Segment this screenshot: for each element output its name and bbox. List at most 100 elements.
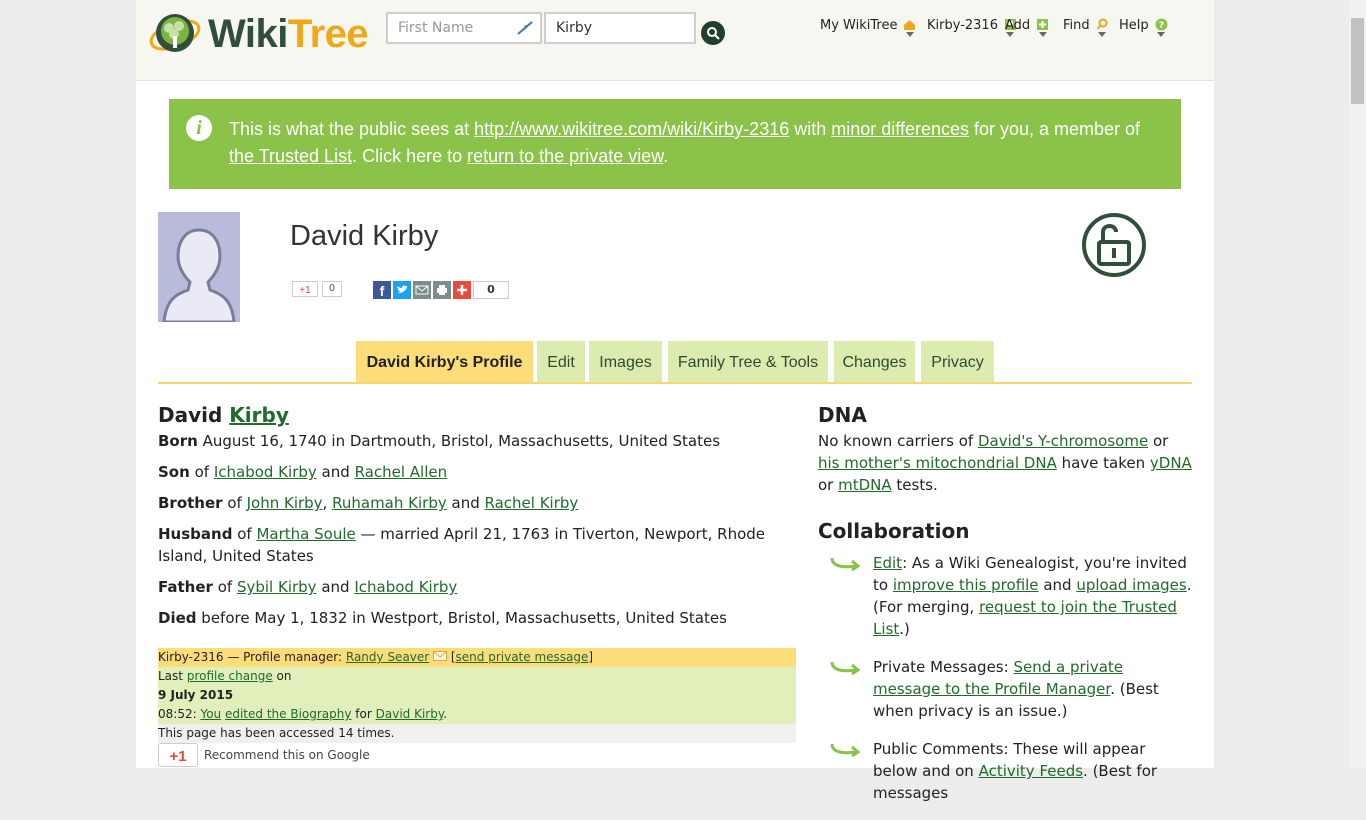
- died-line: Died before May 1, 1832 in Westport, Bri…: [158, 607, 798, 629]
- upload-images-link[interactable]: upload images: [1076, 576, 1186, 594]
- last-change-box: Last profile change on 9 July 2015 08:52…: [158, 667, 796, 724]
- brother-line: Brother of John Kirby, Ruhamah Kirby and…: [158, 492, 798, 514]
- collab-edit-text-2: and: [1038, 576, 1077, 594]
- search-button[interactable]: [701, 21, 725, 45]
- dna-text: No known carriers of David's Y-chromosom…: [818, 430, 1194, 496]
- spouse-link[interactable]: Martha Soule: [256, 525, 355, 543]
- brother-label: Brother: [158, 494, 223, 512]
- surname-link[interactable]: Kirby: [229, 403, 289, 427]
- comma-text: ,: [322, 494, 328, 512]
- dna-text-1: No known carriers of: [818, 432, 978, 450]
- private-view-link[interactable]: return to the private view: [467, 146, 663, 166]
- profile-name-link[interactable]: David Kirby: [376, 707, 444, 721]
- google-plus-button[interactable]: +1: [292, 281, 318, 297]
- minor-differences-link[interactable]: minor differences: [831, 119, 969, 139]
- collab-public-comments-item: Public Comments: These will appear below…: [818, 738, 1194, 804]
- son-line: Son of Ichabod Kirby and Rachel Allen: [158, 461, 798, 483]
- profile-change-link[interactable]: profile change: [187, 669, 273, 683]
- nav-find[interactable]: Find: [1063, 18, 1109, 37]
- share-buttons: f 0: [373, 281, 509, 299]
- mitochondrial-dna-link[interactable]: his mother's mitochondrial DNA: [818, 454, 1057, 472]
- dna-text-3: have taken: [1056, 454, 1150, 472]
- nav-profile-id-label: Kirby-2316: [927, 18, 998, 33]
- first-name-input[interactable]: First Name: [386, 12, 542, 44]
- mtdna-link[interactable]: mtDNA: [838, 476, 892, 494]
- son-label: Son: [158, 463, 190, 481]
- dna-text-5: tests.: [891, 476, 938, 494]
- profile-manager-box: Kirby-2316 — Profile manager: Randy Seav…: [158, 648, 796, 743]
- public-url-link[interactable]: http://www.wikitree.com/wiki/Kirby-2316: [474, 119, 789, 139]
- google-recommend: +1 Recommend this on Google: [158, 742, 370, 768]
- collab-private-messages-item: Private Messages: Send a private message…: [818, 656, 1194, 722]
- envelope-icon[interactable]: [433, 651, 448, 661]
- public-view-banner[interactable]: i This is what the public sees at http:/…: [169, 99, 1181, 189]
- feather-icon: [517, 21, 533, 35]
- tab-family-tree-tools[interactable]: Family Tree & Tools: [668, 341, 828, 382]
- collab-pm-text-1: Private Messages:: [873, 658, 1014, 676]
- improve-profile-link[interactable]: improve this profile: [893, 576, 1039, 594]
- tab-privacy[interactable]: Privacy: [921, 341, 994, 382]
- email-icon[interactable]: [413, 281, 431, 299]
- curved-arrow-icon: [830, 743, 861, 758]
- edit-link[interactable]: Edit: [873, 554, 902, 572]
- dna-text-4: or: [818, 476, 839, 494]
- facebook-icon[interactable]: f: [373, 281, 391, 299]
- profile-photo-placeholder[interactable]: [158, 212, 240, 322]
- google-plus-icon[interactable]: +1: [158, 743, 198, 767]
- banner-text-4: . Click here to: [352, 146, 468, 166]
- print-icon[interactable]: [433, 281, 451, 299]
- manager-link[interactable]: Randy Seaver: [346, 650, 429, 664]
- curved-arrow-icon: [830, 557, 861, 572]
- nav-my-wikitree[interactable]: My WikiTree: [820, 18, 916, 37]
- banner-text-1: This is what the public sees at: [229, 119, 475, 139]
- recommend-text: Recommend this on Google: [204, 748, 370, 762]
- y-chromosome-link[interactable]: David's Y-chromosome: [978, 432, 1148, 450]
- for-text: for: [355, 707, 372, 721]
- sibling-link[interactable]: Ruhamah Kirby: [332, 494, 447, 512]
- last-text: Last: [158, 669, 183, 683]
- nav-help[interactable]: Help ?: [1119, 18, 1168, 37]
- manager-row: Kirby-2316 — Profile manager: Randy Seav…: [158, 648, 796, 667]
- send-private-message-link[interactable]: send private message: [456, 650, 589, 664]
- activity-feeds-link[interactable]: Activity Feeds: [979, 762, 1083, 780]
- curved-arrow-icon: [830, 661, 861, 676]
- scrollbar-thumb[interactable]: [1351, 18, 1364, 104]
- tab-profile[interactable]: David Kirby's Profile: [356, 341, 533, 382]
- ydna-link[interactable]: yDNA: [1150, 454, 1192, 472]
- tab-images[interactable]: Images: [589, 341, 662, 382]
- nav-add[interactable]: Add: [1005, 18, 1049, 37]
- born-line: Born August 16, 1740 in Dartmouth, Brist…: [158, 430, 798, 452]
- sibling-link[interactable]: Rachel Kirby: [485, 494, 579, 512]
- tab-changes[interactable]: Changes: [834, 341, 915, 382]
- twitter-icon[interactable]: [393, 281, 411, 299]
- svg-text:?: ?: [1159, 21, 1164, 31]
- privacy-lock-icon[interactable]: [1081, 212, 1147, 278]
- more-share-icon[interactable]: [453, 281, 471, 299]
- of-text: of: [217, 578, 233, 596]
- svg-text:f: f: [380, 283, 385, 299]
- collaboration-heading: Collaboration: [818, 519, 970, 543]
- parent-link[interactable]: Ichabod Kirby: [214, 463, 317, 481]
- edited-biography-link[interactable]: edited the Biography: [225, 707, 352, 721]
- of-text: of: [237, 525, 252, 543]
- parent-link[interactable]: Rachel Allen: [355, 463, 448, 481]
- trusted-list-link[interactable]: the Trusted List: [229, 146, 352, 166]
- tab-edit[interactable]: Edit: [537, 341, 585, 382]
- child-link[interactable]: Ichabod Kirby: [354, 578, 457, 596]
- last-name-input[interactable]: Kirby: [544, 12, 696, 44]
- wikitree-logo[interactable]: WikiTree: [148, 10, 369, 58]
- banner-text-5: .: [663, 146, 669, 166]
- child-link[interactable]: Sybil Kirby: [237, 578, 317, 596]
- nav-profile-id[interactable]: Kirby-2316: [927, 18, 1017, 37]
- vertical-scrollbar[interactable]: [1349, 0, 1366, 768]
- collab-edit-text-4: .): [899, 620, 910, 638]
- person-silhouette-icon: [158, 212, 240, 322]
- sibling-link[interactable]: John Kirby: [247, 494, 323, 512]
- profile-tabs: David Kirby's Profile Edit Images Family…: [158, 341, 1192, 384]
- info-icon: i: [186, 115, 212, 141]
- manager-id-text: Kirby-2316 — Profile manager:: [158, 650, 343, 664]
- and-text: and: [321, 578, 350, 596]
- nav-help-label: Help: [1119, 18, 1149, 33]
- you-link[interactable]: You: [200, 707, 221, 721]
- banner-text-2: with: [789, 119, 832, 139]
